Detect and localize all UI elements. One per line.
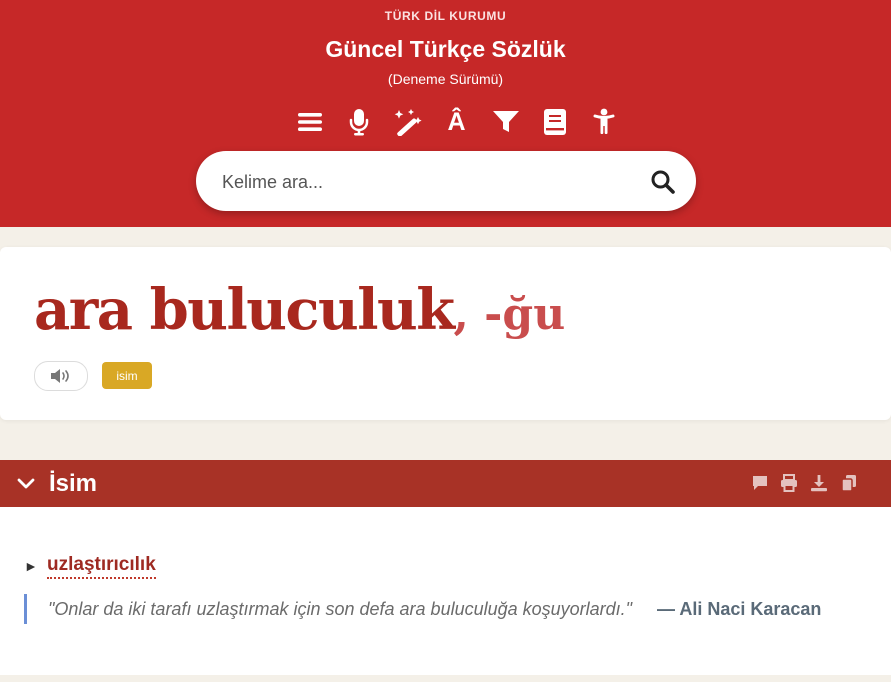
definition-marker: ► bbox=[24, 558, 38, 574]
entry-suffix: , -ğu bbox=[453, 289, 566, 340]
site-subtitle: (Deneme Sürümü) bbox=[387, 71, 504, 87]
voice-search-button[interactable] bbox=[334, 106, 383, 138]
part-of-speech-badge: isim bbox=[102, 362, 152, 389]
search-input[interactable] bbox=[220, 165, 624, 199]
microphone-icon bbox=[349, 109, 368, 136]
magic-search-button[interactable] bbox=[383, 106, 432, 138]
book-icon bbox=[543, 109, 566, 135]
comment-icon[interactable] bbox=[751, 474, 769, 492]
site-header: TÜRK DİL KURUMU Güncel Türkçe Sözlük (De… bbox=[0, 0, 891, 227]
magic-wand-icon bbox=[394, 109, 422, 136]
copy-icon[interactable] bbox=[840, 474, 858, 492]
quote-border bbox=[24, 594, 27, 624]
special-characters-button[interactable]: Â bbox=[432, 106, 481, 138]
accessibility-button[interactable] bbox=[579, 106, 628, 138]
print-icon[interactable] bbox=[780, 474, 798, 492]
definition-meaning[interactable]: uzlaştırıcılık bbox=[47, 554, 156, 579]
definition-panel bbox=[0, 507, 891, 675]
entry-word: ara buluculuk bbox=[34, 277, 455, 343]
section-title: İsim bbox=[49, 470, 98, 497]
pronunciation-button[interactable] bbox=[34, 361, 88, 391]
chevron-down-icon[interactable] bbox=[17, 475, 35, 493]
filter-button[interactable] bbox=[481, 106, 530, 138]
speaker-icon bbox=[51, 369, 69, 383]
download-icon[interactable] bbox=[810, 474, 828, 492]
search-icon[interactable] bbox=[650, 169, 676, 195]
accessibility-icon bbox=[593, 108, 614, 134]
search-box bbox=[196, 151, 696, 211]
example-author: — Ali Naci Karacan bbox=[657, 599, 822, 619]
filter-icon bbox=[492, 111, 519, 132]
menu-icon bbox=[297, 113, 322, 131]
example-quote: "Onlar da iki tarafı uzlaştırmak için so… bbox=[48, 599, 633, 619]
site-title[interactable]: Güncel Türkçe Sözlük bbox=[0, 36, 891, 63]
special-characters-icon: Â bbox=[447, 107, 466, 136]
dictionaries-button[interactable] bbox=[530, 106, 579, 138]
org-name: TÜRK DİL KURUMU bbox=[384, 9, 507, 23]
entry-headline: ara buluculuk, -ğu bbox=[34, 277, 565, 343]
toolbar: Â bbox=[285, 106, 628, 138]
menu-button[interactable] bbox=[285, 106, 334, 138]
